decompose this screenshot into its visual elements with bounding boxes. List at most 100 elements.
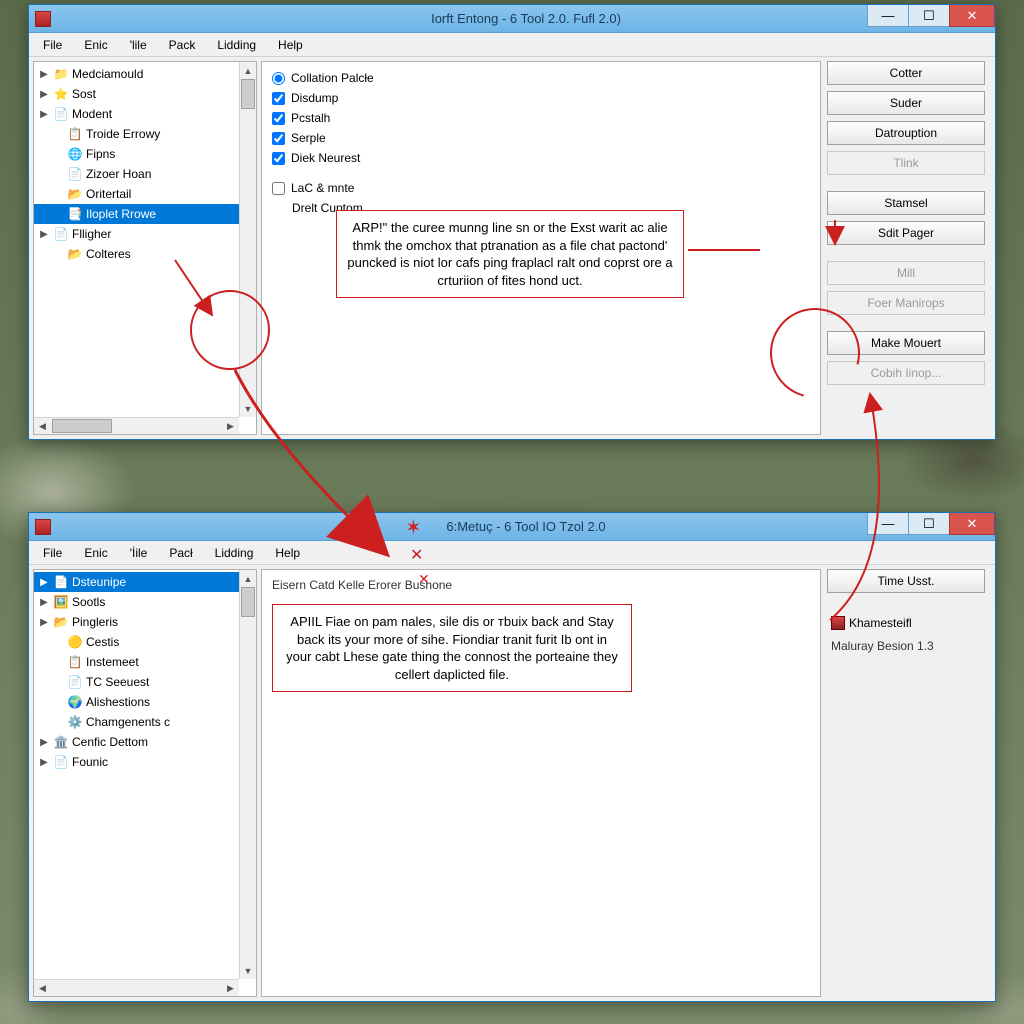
scroll-down-icon[interactable]: ▼ <box>240 400 256 417</box>
option-checkbox[interactable] <box>272 132 285 145</box>
tree-item-label: Cestis <box>86 635 119 649</box>
side-button[interactable]: Datrouption <box>827 121 985 145</box>
tree-item[interactable]: 📋Troide Errowy <box>34 124 256 144</box>
option-checkbox[interactable] <box>272 152 285 165</box>
tree-item-label: Medciamould <box>72 67 143 81</box>
option-label: Disdump <box>291 91 338 105</box>
option-radio[interactable] <box>272 72 285 85</box>
tree-item-label: Chamgenents c <box>86 715 170 729</box>
maximize-button[interactable]: ☐ <box>908 5 950 27</box>
tree-item[interactable]: 📂Oritertail <box>34 184 256 204</box>
menu-help[interactable]: Help <box>265 543 310 563</box>
annotation-callout-1: ARP!" the curee munng line sn or the Exs… <box>336 210 684 298</box>
expander-icon[interactable]: ▶ <box>38 229 50 240</box>
tree-item[interactable]: ⚙️Chamgenents c <box>34 712 256 732</box>
vscrollbar[interactable]: ▲ ▼ <box>239 570 256 979</box>
tree-item-label: Founic <box>72 755 108 769</box>
scroll-thumb[interactable] <box>52 419 112 433</box>
tree-item[interactable]: ▶⭐Sost <box>34 84 256 104</box>
tree-item[interactable]: 🌐Fipns <box>34 144 256 164</box>
list-item[interactable]: Khamesteifl <box>827 613 985 633</box>
tree-item[interactable]: ▶📄Dsteunipe <box>34 572 256 592</box>
tree-item[interactable]: ▶📁Medciamould <box>34 64 256 84</box>
tree-item[interactable]: 📄TC Seeuest <box>34 672 256 692</box>
menu-lidding[interactable]: Lidding <box>205 543 264 563</box>
expander-icon[interactable]: ▶ <box>38 737 50 748</box>
minimize-button[interactable]: — <box>867 513 909 535</box>
tree-item-icon: 🌐 <box>67 146 83 162</box>
tree-item[interactable]: 📂Colteres <box>34 244 256 264</box>
expander-icon[interactable]: ▶ <box>38 69 50 80</box>
scroll-right-icon[interactable]: ▶ <box>222 980 239 996</box>
minimize-button[interactable]: — <box>867 5 909 27</box>
tree-item[interactable]: 🌍Alishestions <box>34 692 256 712</box>
tree-item[interactable]: 🟡Cestis <box>34 632 256 652</box>
option-label: LaC & mnte <box>291 181 354 195</box>
tree-item-icon: 📂 <box>67 186 83 202</box>
titlebar[interactable]: 6:Metuç - 6 Tool IO Tzol 2.0 — ☐ ✕ <box>29 513 995 541</box>
tree-item[interactable]: ▶📂Pingleris <box>34 612 256 632</box>
side-button[interactable]: Suder <box>827 91 985 115</box>
close-button[interactable]: ✕ <box>949 5 995 27</box>
hscrollbar[interactable]: ◀ ▶ <box>34 417 239 434</box>
tree-item[interactable]: 📄Zizoer Hoan <box>34 164 256 184</box>
menu-file[interactable]: File <box>33 543 72 563</box>
side-button-pane: CotterSuderDatrouptionTlinkStamselSdit P… <box>825 57 995 439</box>
side-button[interactable]: Cotter <box>827 61 985 85</box>
menu-enic[interactable]: Enic <box>74 35 117 55</box>
tree-item[interactable]: 📑Iloplet Rrowe <box>34 204 256 224</box>
tree-item-icon: 🌍 <box>67 694 83 710</box>
menu-help[interactable]: Help <box>268 35 313 55</box>
scroll-left-icon[interactable]: ◀ <box>34 980 51 996</box>
menu-file[interactable]: File <box>33 35 72 55</box>
tree-item[interactable]: ▶🖼️Sootls <box>34 592 256 612</box>
expander-icon[interactable]: ▶ <box>38 577 50 588</box>
expander-icon[interactable]: ▶ <box>38 89 50 100</box>
menu-lidding[interactable]: Lidding <box>207 35 266 55</box>
option-checkbox[interactable] <box>272 112 285 125</box>
tree-item-icon: 📋 <box>67 126 83 142</box>
time-usst-button[interactable]: Time Usst. <box>827 569 985 593</box>
menu-enic[interactable]: Enic <box>74 543 117 563</box>
menu-pack[interactable]: Pack <box>159 35 206 55</box>
menu-lile[interactable]: 'lile <box>120 35 157 55</box>
tree-item-label: Colteres <box>86 247 131 261</box>
option-checkbox[interactable] <box>272 92 285 105</box>
expander-icon[interactable]: ▶ <box>38 617 50 628</box>
side-button[interactable]: Sdit Pager <box>827 221 985 245</box>
menu-lile[interactable]: 'İile <box>120 543 158 563</box>
option-checkbox[interactable] <box>272 182 285 195</box>
expander-icon[interactable]: ▶ <box>38 757 50 768</box>
expander-icon[interactable]: ▶ <box>38 597 50 608</box>
content-heading: Eisern Catd Kelle Erorer Bushone <box>272 576 810 594</box>
scroll-thumb[interactable] <box>241 587 255 617</box>
tree-item[interactable]: 📋Instemeet <box>34 652 256 672</box>
option-row: Pcstalh <box>272 108 810 128</box>
scroll-right-icon[interactable]: ▶ <box>222 418 239 434</box>
menubar: File Enic 'İile Pacł Lidding Help <box>29 541 995 565</box>
scroll-up-icon[interactable]: ▲ <box>240 570 256 587</box>
maximize-button[interactable]: ☐ <box>908 513 950 535</box>
tree-item[interactable]: ▶🏛️Cenfic Dettom <box>34 732 256 752</box>
close-button[interactable]: ✕ <box>949 513 995 535</box>
scroll-thumb[interactable] <box>241 79 255 109</box>
side-button[interactable]: Stamsel <box>827 191 985 215</box>
window-title: Iorft Entong - 6 Tool 2.0. Fufl 2.0) <box>57 11 995 26</box>
scroll-up-icon[interactable]: ▲ <box>240 62 256 79</box>
scroll-left-icon[interactable]: ◀ <box>34 418 51 434</box>
tree-item[interactable]: ▶📄Flligher <box>34 224 256 244</box>
tree-item-icon: ⭐ <box>53 86 69 102</box>
annotation-callout-2: APIIL Fiae on pam nales, sile dis or тbu… <box>272 604 632 692</box>
app-icon <box>35 519 51 535</box>
tree-view[interactable]: ▶📄Dsteunipe▶🖼️Sootls▶📂Pingleris🟡Cestis📋I… <box>34 570 256 979</box>
menu-pack[interactable]: Pacł <box>159 543 202 563</box>
scroll-down-icon[interactable]: ▼ <box>240 962 256 979</box>
option-label: Serple <box>291 131 326 145</box>
list-item-label: Khamesteifl <box>849 616 912 630</box>
expander-icon[interactable]: ▶ <box>38 109 50 120</box>
tree-item[interactable]: ▶📄Modent <box>34 104 256 124</box>
tree-item-icon: 📄 <box>53 574 69 590</box>
tree-item[interactable]: ▶📄Founic <box>34 752 256 772</box>
titlebar[interactable]: Iorft Entong - 6 Tool 2.0. Fufl 2.0) — ☐… <box>29 5 995 33</box>
hscrollbar[interactable]: ◀ ▶ <box>34 979 239 996</box>
